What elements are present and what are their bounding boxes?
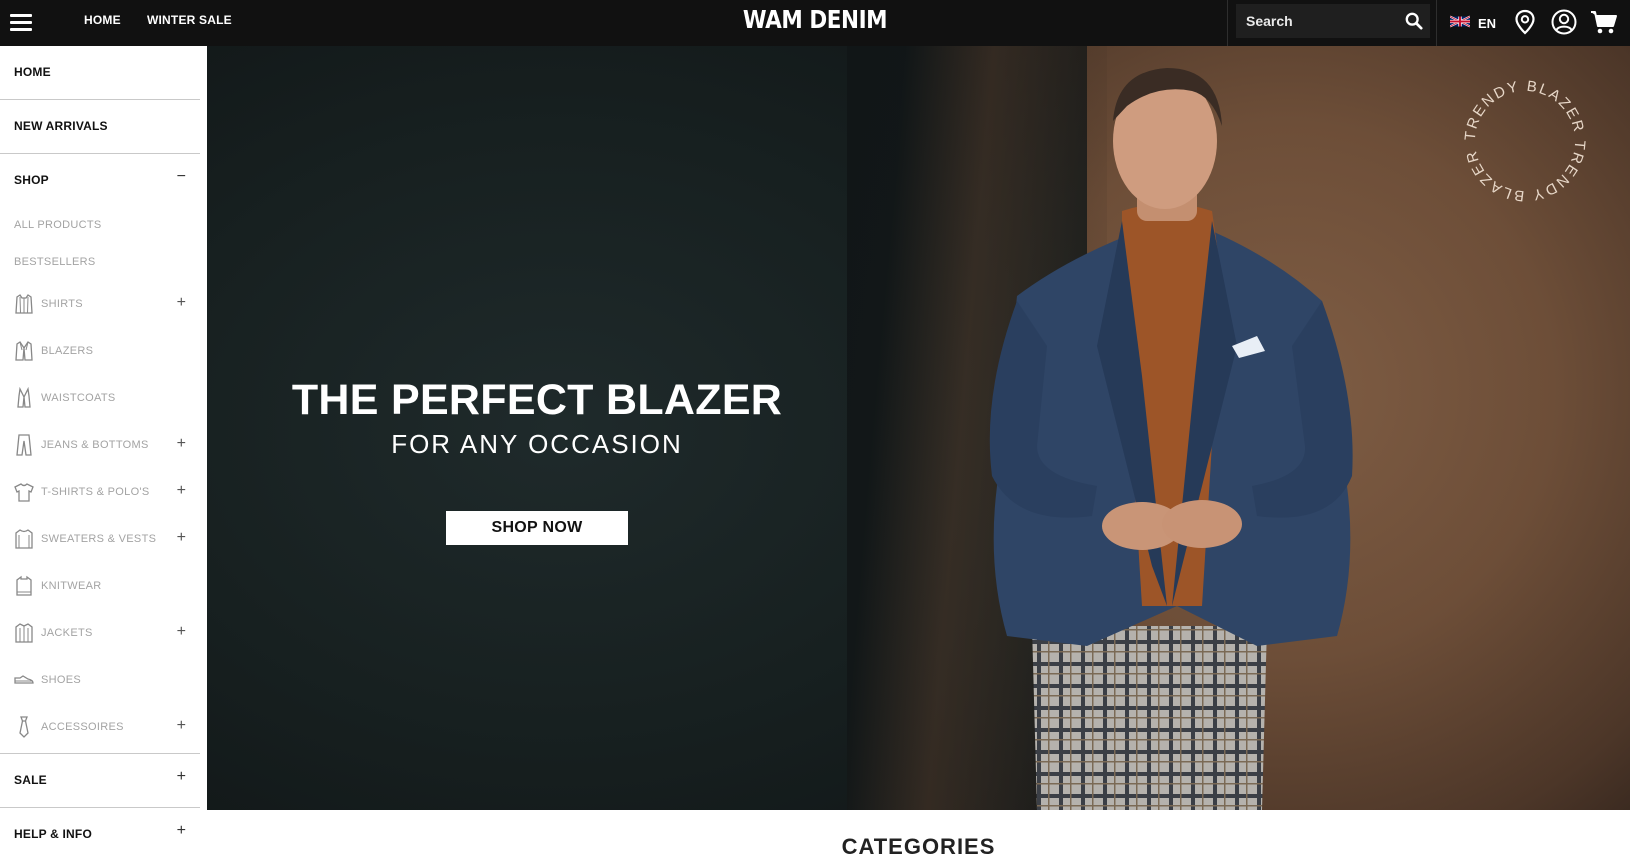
jacket-icon [15,623,33,643]
hero-model-image [989,68,1353,810]
nav-link-home[interactable]: HOME [84,13,121,27]
sidebar-item-sweaters-vests[interactable]: SWEATERS & VESTS + [0,524,200,554]
sidebar-item-knitwear[interactable]: KNITWEAR [0,571,200,601]
sidebar-item-waistcoats[interactable]: WAISTCOATS [0,383,200,413]
sidebar-item-label: SHOP [14,173,49,187]
collapse-icon[interactable]: − [177,168,186,186]
sidebar-item-label: T-SHIRTS & POLO'S [41,486,150,498]
sidebar-item-accessoires[interactable]: ACCESSOIRES + [0,712,200,742]
hamburger-menu-icon[interactable] [8,11,34,35]
sidebar-item-jackets[interactable]: JACKETS + [0,618,200,648]
sidebar-menu: HOME NEW ARRIVALS SHOP − ALL PRODUCTS BE… [0,46,207,860]
tshirt-icon [14,483,34,502]
shop-now-button[interactable]: SHOP NOW [446,511,628,545]
search-box [1227,0,1437,46]
sidebar-link-bestsellers[interactable]: BESTSELLERS [14,256,96,268]
hero-banner[interactable]: TRENDY BLAZER TRENDY BLAZER THE PERFECT … [207,46,1630,810]
sidebar-item-label: WAISTCOATS [41,392,116,404]
section-title: CATEGORIES [841,834,996,859]
expand-icon[interactable]: + [177,768,186,786]
sidebar-item-label: HOME [14,65,51,79]
sidebar-item-label: SALE [14,773,47,787]
categories-section: CATEGORIES [207,810,1630,860]
sidebar-item-label: JEANS & BOTTOMS [41,439,149,451]
sidebar-item-label: SWEATERS & VESTS [41,533,157,545]
blazer-icon [15,341,33,361]
sidebar-item-help-info[interactable]: HELP & INFO + [0,808,200,860]
trendy-blazer-badge: TRENDY BLAZER TRENDY BLAZER [1462,78,1588,204]
sidebar-item-label: ACCESSOIRES [41,721,124,733]
tie-icon [19,716,29,738]
sidebar-item-home[interactable]: HOME [0,46,200,100]
trousers-icon [16,434,32,456]
sidebar-item-shoes[interactable]: SHOES [0,665,200,695]
sweater-icon [15,529,33,549]
expand-icon[interactable]: + [177,482,186,500]
sidebar-item-label: SHIRTS [41,298,83,310]
expand-icon[interactable]: + [177,623,186,641]
shopping-cart-icon[interactable] [1590,8,1618,36]
brand-logo[interactable]: WAM DENIM [743,5,888,34]
shoe-icon [14,675,34,684]
sidebar-item-tshirts-polos[interactable]: T-SHIRTS & POLO'S + [0,477,200,507]
sidebar-item-label: NEW ARRIVALS [14,119,108,133]
search-icon[interactable] [1405,12,1423,30]
sidebar-item-shop[interactable]: SHOP − [0,154,200,208]
sidebar-item-label: BLAZERS [41,345,94,357]
waistcoat-icon [17,387,31,408]
sidebar-item-new-arrivals[interactable]: NEW ARRIVALS [0,100,200,154]
sidebar-item-label: HELP & INFO [14,827,92,841]
sidebar-item-shirts[interactable]: SHIRTS + [0,289,200,319]
search-input[interactable] [1236,4,1430,38]
expand-icon[interactable]: + [177,529,186,547]
expand-icon[interactable]: + [177,822,186,840]
location-pin-icon[interactable] [1511,8,1539,36]
nav-link-winter-sale[interactable]: WINTER SALE [147,13,232,27]
expand-icon[interactable]: + [177,294,186,312]
expand-icon[interactable]: + [177,717,186,735]
hero-subline: FOR ANY OCCASION [391,429,683,459]
svg-text:TRENDY BLAZER TRENDY BLAZER: TRENDY BLAZER TRENDY BLAZER [1462,78,1588,204]
language-code: EN [1478,16,1497,31]
sidebar-item-label: SHOES [41,674,82,686]
uk-flag-icon [1450,15,1470,28]
sidebar-item-label: JACKETS [41,627,93,639]
badge-text: TRENDY BLAZER TRENDY BLAZER [1462,78,1586,204]
top-navigation-bar: HOME WINTER SALE WAM DENIM EN [0,0,1630,46]
shirt-icon [15,294,33,314]
expand-icon[interactable]: + [177,435,186,453]
user-account-icon[interactable] [1550,8,1578,36]
sidebar-item-sale[interactable]: SALE + [0,754,200,808]
sidebar-item-jeans-bottoms[interactable]: JEANS & BOTTOMS + [0,430,200,460]
sidebar-item-blazers[interactable]: BLAZERS [0,336,200,366]
sidebar-item-label: KNITWEAR [41,580,102,592]
sidebar-link-all-products[interactable]: ALL PRODUCTS [14,219,102,231]
knitwear-icon [16,575,32,596]
hero-headline: THE PERFECT BLAZER [291,376,783,424]
